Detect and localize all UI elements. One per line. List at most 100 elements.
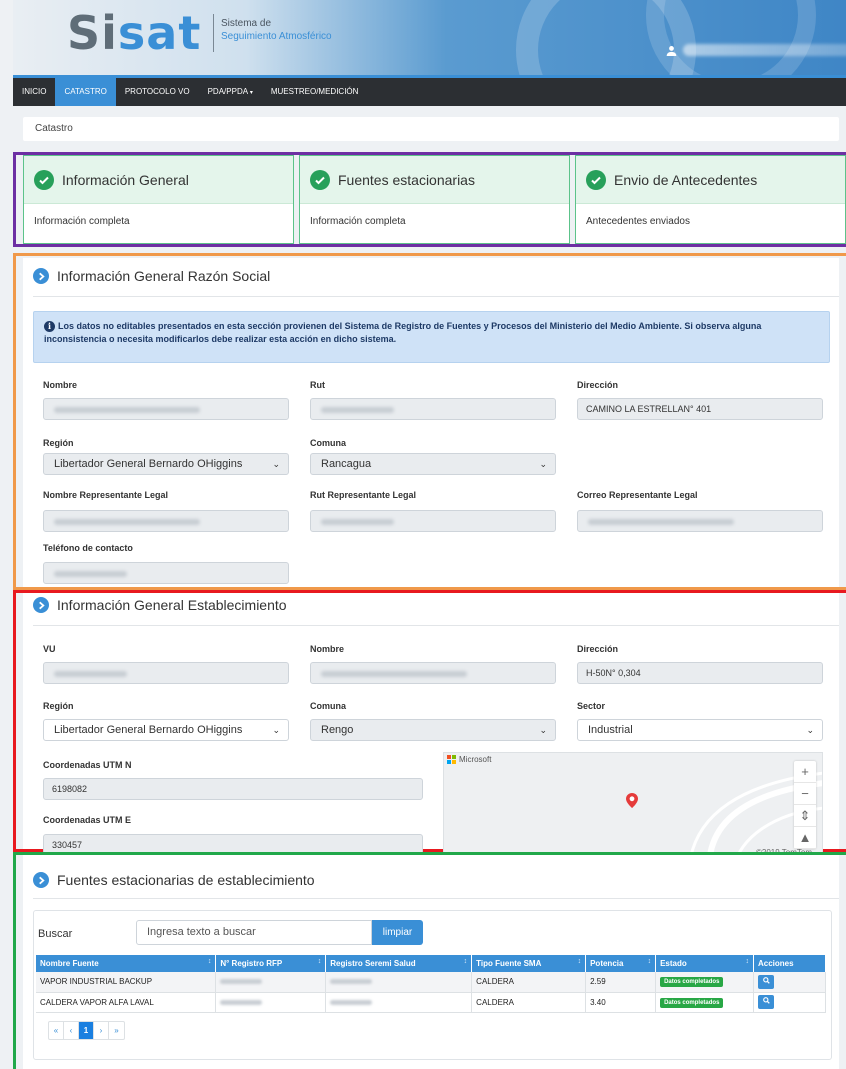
cell-potencia: 3.40 bbox=[585, 992, 657, 1013]
chevron-down-icon: ⌄ bbox=[272, 459, 280, 469]
column-header-registro-rfp[interactable]: N° Registro RFP ↕ bbox=[215, 955, 327, 972]
region-est-select[interactable]: Libertador General Bernardo OHiggins ⌄ bbox=[43, 719, 289, 741]
column-header-nombre[interactable]: Nombre Fuente ↕ bbox=[36, 955, 217, 972]
app-header: Sisat Sistema de Seguimiento Atmosférico bbox=[13, 0, 846, 75]
comuna-select: Rancagua ⌄ bbox=[310, 453, 556, 475]
search-icon bbox=[762, 976, 770, 984]
label-nombre-rep: Nombre Representante Legal bbox=[43, 490, 169, 500]
comuna-est-select[interactable]: Rengo ⌄ bbox=[310, 719, 556, 741]
cell-nombre: VAPOR INDUSTRIAL BACKUP bbox=[36, 972, 217, 993]
info-alert: i Los datos no editables presentados en e… bbox=[33, 311, 830, 363]
region-select-value: Libertador General Bernardo OHiggins bbox=[54, 458, 243, 470]
pager-next[interactable]: › bbox=[94, 1022, 109, 1039]
cell-nombre: CALDERA VAPOR ALFA LAVAL bbox=[36, 992, 217, 1013]
correo-rep-field bbox=[577, 510, 823, 532]
divider bbox=[33, 898, 839, 899]
divider bbox=[33, 625, 839, 626]
user-icon bbox=[666, 45, 677, 56]
status-card-text: Antecedentes enviados bbox=[586, 216, 690, 227]
view-button[interactable] bbox=[758, 974, 774, 989]
column-header-seremi[interactable]: Registro Seremi Salud ↕ bbox=[325, 955, 473, 972]
razon-social-title: Información General Razón Social bbox=[23, 268, 280, 284]
nav-item-inicio[interactable]: INICIO bbox=[13, 78, 55, 106]
rut-field bbox=[310, 398, 556, 420]
sort-icon: ↕ bbox=[577, 958, 582, 965]
pager-prev[interactable]: ‹ bbox=[64, 1022, 79, 1039]
view-button[interactable] bbox=[758, 995, 774, 1009]
sisat-logo[interactable]: Sisat bbox=[67, 6, 201, 60]
table-row: VAPOR INDUSTRIAL BACKUP CALDERA 2.59 Dat… bbox=[36, 972, 826, 993]
nav-item-pda-ppda[interactable]: PDA/PPDA ▾ bbox=[199, 78, 262, 106]
logo-divider bbox=[213, 14, 214, 52]
compass-button[interactable]: ⇕ bbox=[794, 805, 816, 827]
status-card-informacion-general[interactable]: Información General Información completa bbox=[23, 155, 294, 244]
label-comuna-est: Comuna bbox=[310, 701, 346, 711]
column-header-label: Nombre Fuente bbox=[40, 959, 99, 968]
clear-search-button[interactable]: limpiar bbox=[372, 920, 423, 945]
status-card-header: Información General bbox=[24, 156, 293, 204]
label-telefono: Teléfono de contacto bbox=[43, 543, 133, 553]
sort-icon: ↕ bbox=[317, 958, 322, 965]
status-card-text: Información completa bbox=[34, 216, 130, 227]
map-pin-icon[interactable] bbox=[626, 793, 638, 808]
cell-seremi bbox=[325, 992, 473, 1013]
cell-acciones bbox=[753, 992, 826, 1013]
chevron-down-icon: ⌄ bbox=[272, 725, 280, 735]
nav-item-muestreo[interactable]: MUESTREO/MEDICIÓN bbox=[262, 78, 368, 106]
redacted-value bbox=[220, 999, 263, 1005]
cell-estado: Datos completados bbox=[655, 992, 754, 1013]
pager-page-1[interactable]: 1 bbox=[79, 1022, 94, 1039]
sector-select[interactable]: Industrial ⌄ bbox=[577, 719, 823, 741]
status-card-antecedentes[interactable]: Envio de Antecedentes Antecedentes envia… bbox=[575, 155, 846, 244]
label-sector: Sector bbox=[577, 701, 606, 711]
status-badge: Datos completados bbox=[660, 977, 724, 988]
caret-down-icon: ▾ bbox=[249, 90, 253, 96]
map-controls: + − ⇕ ▲ bbox=[794, 761, 816, 849]
nombre-rep-field bbox=[43, 510, 289, 532]
chevron-right-icon bbox=[33, 597, 49, 613]
info-alert-text: Los datos no editables presentados en es… bbox=[44, 321, 762, 344]
search-input[interactable]: Ingresa texto a buscar bbox=[136, 920, 372, 945]
search-label: Buscar bbox=[38, 928, 73, 940]
column-header-estado[interactable]: Estado ↕ bbox=[655, 955, 754, 972]
label-region: Región bbox=[43, 438, 74, 448]
nombre-est-field bbox=[310, 662, 556, 684]
nombre-field bbox=[43, 398, 289, 420]
column-header-label: Registro Seremi Salud bbox=[330, 959, 416, 968]
column-header-potencia[interactable]: Potencia ↕ bbox=[585, 955, 657, 972]
pager-last[interactable]: » bbox=[109, 1022, 124, 1039]
cell-registro-rfp bbox=[215, 992, 327, 1013]
info-icon: i bbox=[44, 321, 55, 332]
fuentes-table: Nombre Fuente ↕ N° Registro RFP ↕ Registro… bbox=[36, 955, 826, 1013]
establecimiento-title-text: Información General Establecimiento bbox=[57, 597, 287, 613]
pager-first[interactable]: « bbox=[49, 1022, 64, 1039]
zoom-out-button[interactable]: − bbox=[794, 783, 816, 805]
column-header-label: Potencia bbox=[590, 959, 624, 968]
redacted-value bbox=[330, 999, 373, 1005]
sort-icon: ↕ bbox=[463, 958, 468, 965]
column-header-label: N° Registro RFP bbox=[220, 959, 283, 968]
status-card-fuentes[interactable]: Fuentes estacionarias Información comple… bbox=[299, 155, 570, 244]
nav-item-protocolo-vo[interactable]: PROTOCOLO VO bbox=[116, 78, 199, 106]
nav-item-catastro[interactable]: CATASTRO bbox=[55, 78, 116, 106]
label-rut-rep: Rut Representante Legal bbox=[310, 490, 417, 500]
pagination: « ‹ 1 › » bbox=[48, 1021, 125, 1040]
status-card-title: Información General bbox=[62, 171, 189, 188]
label-region-est: Región bbox=[43, 701, 74, 711]
sector-select-value: Industrial bbox=[588, 724, 633, 736]
label-nombre-est: Nombre bbox=[310, 644, 345, 654]
label-direccion: Dirección bbox=[577, 380, 619, 390]
user-menu[interactable] bbox=[666, 44, 846, 56]
microsoft-logo-icon bbox=[447, 755, 456, 764]
status-card-title: Envio de Antecedentes bbox=[614, 171, 758, 188]
sort-icon: ↕ bbox=[647, 958, 652, 965]
column-header-tipo[interactable]: Tipo Fuente SMA ↕ bbox=[471, 955, 587, 972]
telefono-field bbox=[43, 562, 289, 584]
location-map[interactable]: Microsoft + − ⇕ ▲ ©2019 TomTom bbox=[443, 752, 823, 859]
column-header-label: Tipo Fuente SMA bbox=[476, 959, 542, 968]
microsoft-logo: Microsoft bbox=[447, 755, 491, 764]
label-rut: Rut bbox=[310, 380, 325, 390]
cell-estado: Datos completados bbox=[655, 972, 754, 993]
zoom-in-button[interactable]: + bbox=[794, 761, 816, 783]
streetside-button[interactable]: ▲ bbox=[794, 827, 816, 849]
